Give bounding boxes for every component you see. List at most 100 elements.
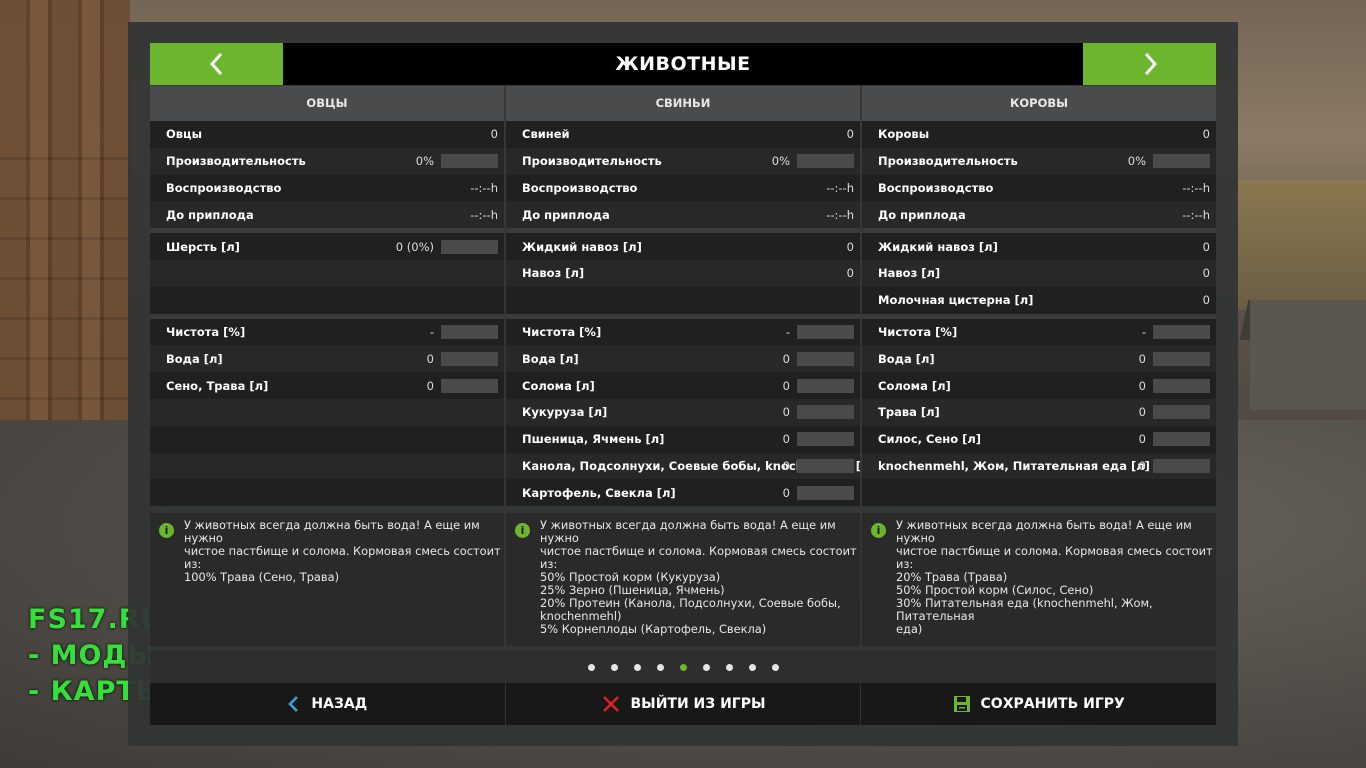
stat-progress-bar xyxy=(1153,154,1210,169)
stat-progress-bar xyxy=(1153,378,1210,393)
exit-game-button[interactable]: ВЫЙТИ ИЗ ИГРЫ xyxy=(506,683,862,725)
save-game-button[interactable]: СОХРАНИТЬ ИГРУ xyxy=(861,683,1216,725)
stat-row: Вода [л] 0 xyxy=(150,345,504,373)
stat-progress-bar xyxy=(441,154,498,169)
next-page-button[interactable] xyxy=(1083,43,1216,85)
chevron-left-icon xyxy=(209,52,222,76)
page-dot[interactable] xyxy=(656,663,664,671)
column-header: ОВЦЫ xyxy=(150,86,504,121)
stat-progress-bar xyxy=(1153,351,1210,366)
stat-progress-bar xyxy=(797,378,854,393)
page-dot[interactable] xyxy=(725,663,733,671)
stat-progress-bar xyxy=(441,324,498,339)
stat-row: Чистота [%] - xyxy=(150,318,504,346)
page-dot[interactable] xyxy=(587,663,595,671)
stat-value: 0 xyxy=(1138,432,1146,447)
stat-value: 0 xyxy=(1138,351,1146,366)
stat-row: Чистота [%] - xyxy=(506,318,860,346)
feed-info-box: i У животных всегда должна быть вода! А е… xyxy=(506,513,860,646)
stat-row: Шерсть [л] 0 (0%) xyxy=(150,233,504,260)
stat-value: 0 xyxy=(1138,405,1146,420)
stat-label: Коровы xyxy=(878,127,930,142)
page-dot[interactable] xyxy=(771,663,779,671)
stat-row: Жидкий навоз [л] 0 xyxy=(862,233,1216,260)
stat-value: --:--h xyxy=(470,180,498,195)
close-icon xyxy=(602,696,619,712)
info-line: чистое пастбище и солома. Кормовая смесь… xyxy=(540,544,857,558)
stats-section: Чистота [%] - Вода [л] 0 Солома [л] 0 Трава [л… xyxy=(862,318,1216,507)
stat-progress-bar xyxy=(797,351,854,366)
stat-value: 0 xyxy=(1138,458,1146,473)
prev-page-button[interactable] xyxy=(150,43,283,85)
stat-value: - xyxy=(785,324,790,339)
info-icon: i xyxy=(515,523,530,538)
stat-progress-bar xyxy=(441,378,498,393)
stat-row: Воспроизводство --:--h xyxy=(862,174,1216,202)
stat-label: Жидкий навоз [л] xyxy=(878,239,998,254)
stat-row: Свиней 0 xyxy=(506,121,860,148)
stat-label: Навоз [л] xyxy=(878,266,941,281)
stats-section: Чистота [%] - Вода [л] 0 Сено, Трава [л] 0 xyxy=(150,318,504,507)
stat-row: До приплода --:--h xyxy=(506,201,860,229)
stat-row: Кукуруза [л] 0 xyxy=(506,398,860,426)
stat-row xyxy=(150,286,504,314)
back-button[interactable]: НАЗАД xyxy=(150,683,506,725)
stat-row: Воспроизводство --:--h xyxy=(506,174,860,202)
stats-section: Свиней 0 Производительность 0% Воспроизводст… xyxy=(506,121,860,229)
page-dot[interactable] xyxy=(679,663,687,671)
page-dot[interactable] xyxy=(702,663,710,671)
stat-row: Жидкий навоз [л] 0 xyxy=(506,233,860,260)
stat-row: До приплода --:--h xyxy=(150,201,504,229)
back-button-label: НАЗАД xyxy=(311,696,368,712)
stat-label: До приплода xyxy=(878,207,966,222)
page-dot[interactable] xyxy=(748,663,756,671)
stat-value: --:--h xyxy=(1182,180,1210,195)
info-icon: i xyxy=(159,523,174,538)
stat-progress-bar xyxy=(797,154,854,169)
page-dot[interactable] xyxy=(633,663,641,671)
back-arrow-icon xyxy=(288,696,299,712)
stats-section: Коровы 0 Производительность 0% Воспроизводст… xyxy=(862,121,1216,229)
stat-row xyxy=(150,479,504,507)
stat-row xyxy=(150,452,504,480)
stats-section: Жидкий навоз [л] 0 Навоз [л] 0 Молочная цист… xyxy=(862,233,1216,314)
stat-value: 0% xyxy=(1127,154,1146,169)
stat-label: Овцы xyxy=(166,127,202,142)
animal-column: ОВЦЫ Овцы 0 Производительность 0% Воспроизвод… xyxy=(150,86,504,507)
stat-row: Солома [л] 0 xyxy=(506,372,860,399)
stat-row: Канола, Подсолнухи, Соевые бобы, knochen… xyxy=(506,452,860,480)
stat-row xyxy=(150,259,504,287)
stat-progress-bar xyxy=(797,458,854,473)
stat-value: 0 xyxy=(782,378,790,393)
stat-label: Навоз [л] xyxy=(522,266,585,281)
stat-row: Трава [л] 0 xyxy=(862,398,1216,426)
stat-value: 0 xyxy=(426,378,434,393)
feed-info-box: i У животных всегда должна быть вода! А е… xyxy=(862,513,1216,646)
stats-section: Жидкий навоз [л] 0 Навоз [л] 0 xyxy=(506,233,860,314)
exit-game-button-label: ВЫЙТИ ИЗ ИГРЫ xyxy=(630,696,766,712)
stat-label: Молочная цистерна [л] xyxy=(878,293,1034,308)
stat-row: Солома [л] 0 xyxy=(862,372,1216,399)
stat-progress-bar xyxy=(1153,432,1210,447)
info-line: 100% Трава (Сено, Трава) xyxy=(184,570,340,584)
stats-section: Шерсть [л] 0 (0%) xyxy=(150,233,504,314)
stat-row: Молочная цистерна [л] 0 xyxy=(862,286,1216,314)
stat-value: 0 (0%) xyxy=(395,239,434,254)
page-title: ЖИВОТНЫЕ xyxy=(615,53,751,75)
pagination-dots xyxy=(150,651,1216,683)
save-game-button-label: СОХРАНИТЬ ИГРУ xyxy=(980,696,1125,712)
stat-row: Картофель, Свекла [л] 0 xyxy=(506,479,860,507)
stat-progress-bar xyxy=(797,324,854,339)
stat-progress-bar xyxy=(1153,324,1210,339)
stats-section: Чистота [%] - Вода [л] 0 Солома [л] 0 Кукуруза… xyxy=(506,318,860,507)
stat-value: - xyxy=(429,324,434,339)
stat-value: 0% xyxy=(415,154,434,169)
page-dot[interactable] xyxy=(610,663,618,671)
stat-label: Свиней xyxy=(522,127,570,142)
animal-column: СВИНЬИ Свиней 0 Производительность 0% Воспрои… xyxy=(506,86,860,507)
stat-value: --:--h xyxy=(1182,207,1210,222)
animal-column: КОРОВЫ Коровы 0 Производительность 0% Воспрои… xyxy=(862,86,1216,507)
stat-label: Жидкий навоз [л] xyxy=(522,239,642,254)
stat-row: Производительность 0% xyxy=(150,147,504,175)
stat-progress-bar xyxy=(797,485,854,500)
